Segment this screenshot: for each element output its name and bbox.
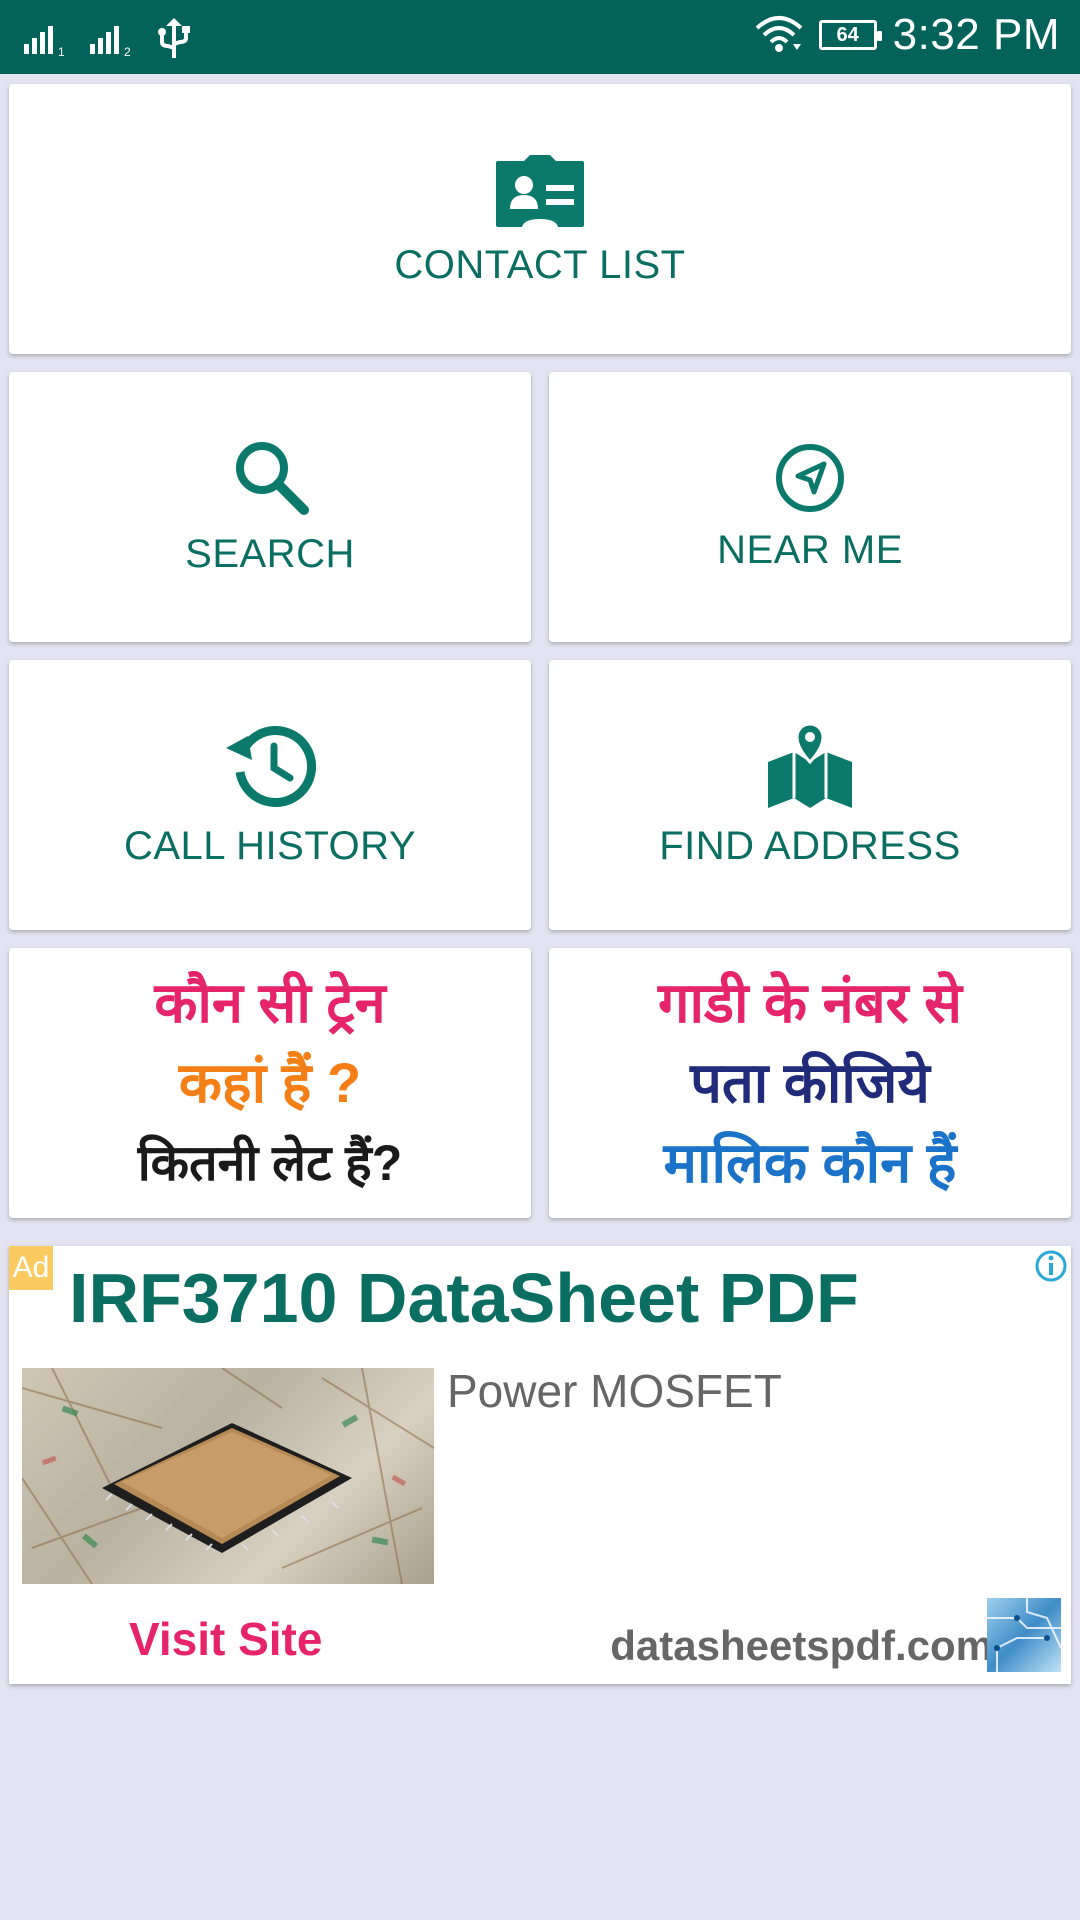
- call-history-label: CALL HISTORY: [123, 823, 417, 868]
- ad-description: Power MOSFET: [447, 1365, 782, 1417]
- usb-icon: [158, 18, 190, 58]
- ad-logo-thumbnail[interactable]: [987, 1598, 1061, 1672]
- train-status-banner[interactable]: कौन सी ट्रेन कहां हैं ? कितनी लेट हैं?: [9, 948, 531, 1218]
- status-bar: 1 2 64 3:32 PM: [0, 0, 1080, 74]
- ad-chip-image[interactable]: [22, 1368, 434, 1584]
- search-label: SEARCH: [185, 531, 355, 576]
- status-time: 3:32 PM: [892, 10, 1060, 59]
- map-pin-icon: [768, 721, 852, 808]
- chip-illustration: [22, 1368, 434, 1584]
- history-icon: [226, 725, 316, 807]
- find-address-button[interactable]: FIND ADDRESS: [549, 660, 1071, 930]
- vehicle-banner-line1: गाडी के नंबर से: [658, 971, 962, 1034]
- visit-site-button[interactable]: Visit Site: [129, 1612, 322, 1666]
- train-banner-line3: कितनी लेट हैं?: [137, 1135, 403, 1191]
- call-history-button[interactable]: CALL HISTORY: [9, 660, 531, 930]
- ad-domain[interactable]: datasheetspdf.com: [610, 1622, 993, 1670]
- search-button[interactable]: SEARCH: [9, 372, 531, 642]
- vehicle-owner-banner[interactable]: गाडी के नंबर से पता कीजिये मालिक कौन हैं: [549, 948, 1071, 1218]
- find-address-label: FIND ADDRESS: [659, 823, 961, 868]
- vehicle-banner-line3: मालिक कौन हैं: [663, 1131, 957, 1194]
- search-icon: [236, 441, 309, 515]
- info-icon: [1035, 1250, 1067, 1282]
- contact-list-button[interactable]: CONTACT LIST: [9, 84, 1071, 354]
- sim2-label: 2: [124, 45, 131, 58]
- train-banner-line1: कौन सी ट्रेन: [154, 971, 386, 1034]
- contact-card-icon: [496, 154, 584, 227]
- contact-list-label: CONTACT LIST: [394, 242, 686, 287]
- near-me-label: NEAR ME: [717, 527, 903, 572]
- signal-sim1-icon: 1: [24, 26, 65, 58]
- wifi-icon: [755, 16, 802, 52]
- circuit-thumbnail-icon: [987, 1598, 1061, 1672]
- ad-badge: Ad: [9, 1246, 53, 1290]
- signal-sim2-icon: 2: [90, 26, 131, 58]
- near-me-button[interactable]: NEAR ME: [549, 372, 1071, 642]
- vehicle-banner-line2: पता कीजिये: [690, 1051, 930, 1114]
- ad-title[interactable]: IRF3710 DataSheet PDF: [69, 1258, 859, 1338]
- battery-level: 64: [836, 23, 859, 46]
- train-banner-line2: कहां हैं ?: [178, 1051, 362, 1114]
- sim1-label: 1: [58, 45, 65, 58]
- ad-banner[interactable]: Ad IRF3710 DataSheet PDF Power MOSFET Vi…: [9, 1246, 1071, 1684]
- ad-info-button[interactable]: [1031, 1246, 1071, 1286]
- navigation-icon: [776, 443, 844, 512]
- battery-indicator: 64: [818, 20, 882, 50]
